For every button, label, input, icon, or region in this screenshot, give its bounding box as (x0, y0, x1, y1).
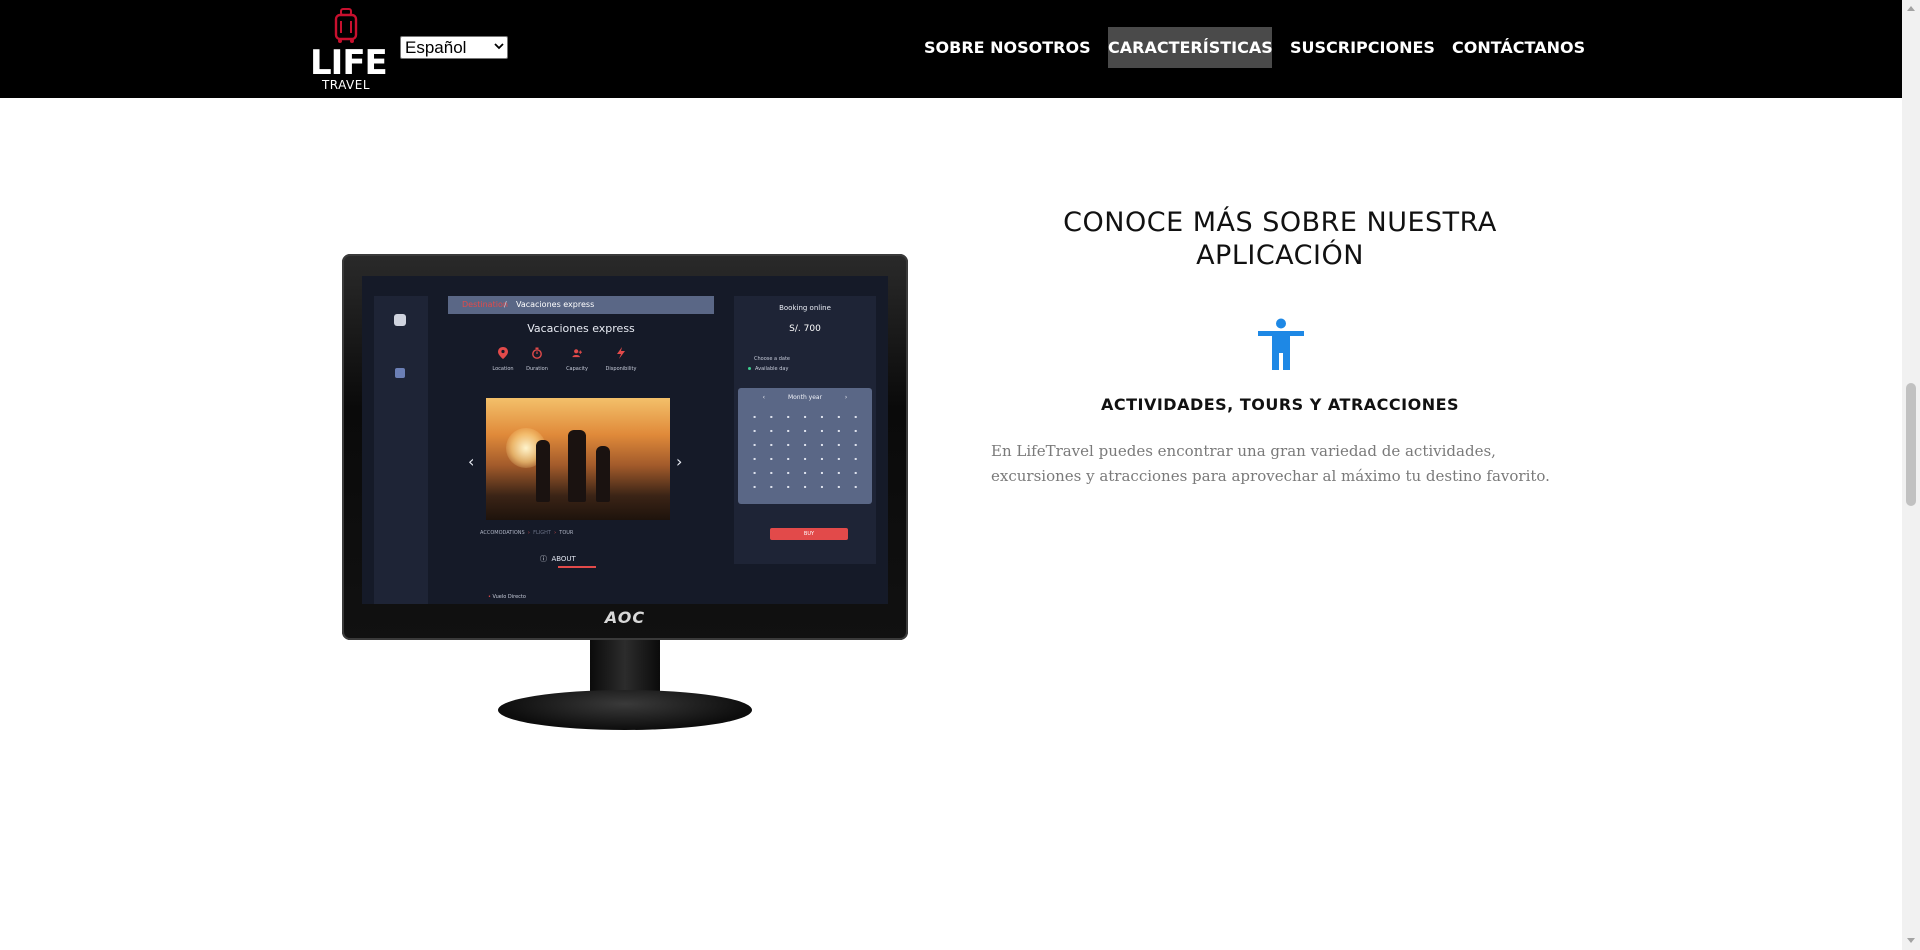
breadcrumb-current: Vacaciones express (516, 300, 595, 309)
tab-underline (558, 566, 596, 568)
lightning-icon (617, 347, 625, 359)
luggage-icon (334, 8, 358, 43)
nav-caracteristicas[interactable]: CARACTERÍSTICAS (1108, 27, 1273, 68)
app-logo-icon (394, 314, 406, 326)
chevron-right-icon: › (526, 530, 532, 536)
life-travel-logo[interactable]: LIFE TRAVEL (310, 8, 388, 92)
section-title: CONOCE MÁS SOBRE NUESTRA APLICACIÓN (1063, 207, 1497, 271)
feature-label: Capacity (566, 366, 588, 372)
nav-suscripciones[interactable]: SUSCRIPCIONES (1290, 27, 1435, 68)
scroll-up-arrow-icon[interactable] (1907, 6, 1915, 11)
calendar: ‹ Month year › ▪ ▪ ▪ ▪ ▪ ▪ ▪ ▪ ▪ ▪ ▪ ▪ ▪ ▪ ▪ ▪ ▪ ▪ ▪ ▪ ▪ ▪… (738, 388, 872, 504)
carousel-prev-icon: ‹ (468, 452, 475, 471)
app-title: Vacaciones express (527, 322, 635, 335)
person-silhouette (536, 440, 550, 502)
logo-wordmark: LIFE (310, 43, 388, 83)
app-screenshot: Destination / Vacaciones express Vacacio… (362, 276, 888, 604)
carousel-next-icon: › (676, 452, 683, 471)
booking-title: Booking online (779, 304, 831, 312)
choose-date-label: Choose a date (754, 356, 790, 362)
breadcrumb-separator: / (504, 300, 507, 309)
booking-panel: Booking online S/. 700 Choose a date Ava… (734, 296, 876, 564)
booking-price: S/. 700 (789, 324, 821, 334)
step-label: ACCOMODATIONS (480, 530, 525, 536)
person-silhouette (596, 446, 610, 502)
breadcrumb-link: Destination (462, 300, 508, 309)
calendar-grid: ▪ ▪ ▪ ▪ ▪ ▪ ▪ ▪ ▪ ▪ ▪ ▪ ▪ ▪ ▪ ▪ ▪ ▪ ▪ ▪ ▪ ▪ ▪ ▪ ▪ ▪ ▪ ▪ ▪ ▪ ▪ ▪ ▪ ▪ ▪ … (753, 414, 857, 489)
logo-subtitle: TRAVEL (321, 78, 371, 92)
feature-heading: ACTIVIDADES, TOURS Y ATRACCIONES (1100, 395, 1460, 414)
about-tab: ⓘ ABOUT (540, 554, 576, 564)
legend-dot (748, 367, 751, 370)
list-item: • Vuelo Directo (488, 594, 526, 600)
calendar-header: ‹ Month year › (738, 394, 872, 401)
scrollbar-thumb[interactable] (1906, 383, 1916, 506)
step-label: FLIGHT (533, 530, 551, 536)
feature-capacity: Capacity (552, 344, 602, 372)
feature-disponibility: Disponibility (596, 344, 646, 372)
scroll-down-arrow-icon[interactable] (1907, 938, 1915, 943)
person-silhouette (568, 430, 586, 502)
feature-description: En LifeTravel puedes encontrar una gran … (991, 442, 1550, 485)
monitor-stand-base (498, 690, 752, 730)
monitor-brand-logo: AOC (604, 608, 646, 627)
chevron-down-icon (494, 43, 504, 50)
accessibility-person-icon (1258, 318, 1304, 370)
top-navbar: LIFE TRAVEL Español SOBRE NOSOTROS CARAC… (0, 0, 1902, 98)
language-select-value: Español (405, 38, 467, 57)
nav-contactanos[interactable]: CONTÁCTANOS (1452, 27, 1585, 68)
about-label: ABOUT (551, 555, 576, 563)
list-item-text: Vuelo Directo (492, 594, 526, 600)
page-scrollbar[interactable] (1902, 0, 1920, 950)
location-pin-icon (498, 347, 508, 359)
buy-button: BUY (770, 528, 848, 540)
language-select[interactable]: Español (400, 36, 508, 59)
app-breadcrumb: Destination / Vacaciones express (448, 296, 714, 314)
tour-photo (486, 398, 670, 520)
chevron-right-icon: › (822, 394, 848, 401)
cube-icon (395, 368, 405, 378)
step-label: TOUR (559, 530, 574, 536)
monitor-bezel: Destination / Vacaciones express Vacacio… (342, 254, 908, 640)
calendar-month-label: Month year (787, 394, 823, 401)
booking-steps: ACCOMODATIONS › FLIGHT › TOUR (480, 530, 573, 536)
add-person-icon (572, 349, 582, 358)
info-icon: ⓘ (540, 555, 552, 563)
nav-sobre-nosotros[interactable]: SOBRE NOSOTROS (924, 27, 1091, 68)
app-sidebar (374, 296, 428, 604)
stopwatch-icon (532, 347, 542, 359)
chevron-left-icon: ‹ (762, 394, 788, 401)
monitor-mockup-image: Destination / Vacaciones express Vacacio… (342, 254, 908, 730)
chevron-right-icon: › (552, 530, 558, 536)
available-day-legend: Available day (748, 366, 788, 372)
available-day-label: Available day (755, 366, 789, 372)
feature-label: Disponibility (605, 366, 637, 372)
